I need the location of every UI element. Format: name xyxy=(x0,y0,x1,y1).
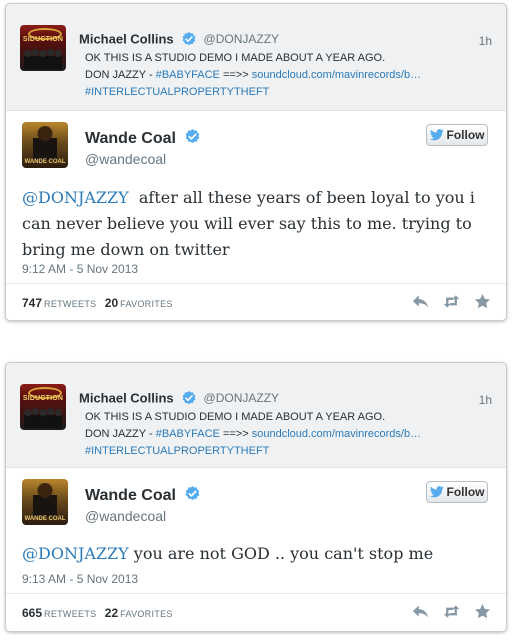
reply-line-2: can never believe you will ever say this… xyxy=(22,214,472,233)
reply-author-name[interactable]: Wande Coal xyxy=(85,487,176,504)
reply-timestamp[interactable]: 9:12 AM - 5 Nov 2013 xyxy=(22,262,138,276)
reply-author-header: WANDE COAL Wande Coal @wandecoal Follow xyxy=(6,111,506,181)
parent-author-name[interactable]: Michael Collins xyxy=(79,390,174,405)
reply-line-1-text: after all these years of been loyal to y… xyxy=(128,188,475,207)
reply-avatar[interactable]: WANDE COAL xyxy=(22,122,68,168)
parent-line-2: DON JAZZY - #BABYFACE ==>> soundcloud.co… xyxy=(85,67,492,84)
tweet-actions xyxy=(412,604,491,619)
reply-tweet-text: @DONJAZZY after all these years of been … xyxy=(22,185,494,263)
favorite-icon[interactable] xyxy=(474,294,491,309)
avatar-image xyxy=(24,406,62,428)
verified-badge-icon xyxy=(182,31,196,45)
parent-line-2: DON JAZZY - #BABYFACE ==>> soundcloud.co… xyxy=(85,426,492,443)
reply-author-handle[interactable]: @wandecoal xyxy=(85,508,166,524)
avatar-image xyxy=(33,126,57,160)
avatar-text: WANDE COAL xyxy=(24,159,66,165)
embedded-tweet-card: SIDUCTION Michael Collins @DONJAZZY 1h O… xyxy=(5,3,507,321)
retweet-icon[interactable] xyxy=(443,604,460,619)
twitter-bird-icon xyxy=(429,486,444,498)
reply-timestamp[interactable]: 9:13 AM - 5 Nov 2013 xyxy=(22,572,138,586)
parent-avatar[interactable]: SIDUCTION xyxy=(20,25,66,71)
follow-label: Follow xyxy=(446,485,485,499)
hashtag-link[interactable]: #BABYFACE xyxy=(156,69,220,81)
tweet-actions xyxy=(412,294,491,309)
parent-tweet-text: OK THIS IS A STUDIO DEMO I MADE ABOUT A … xyxy=(85,409,492,460)
hashtag-link[interactable]: #INTERLECTUALPROPERTYTHEFT xyxy=(85,443,492,460)
parent-line-1: OK THIS IS A STUDIO DEMO I MADE ABOUT A … xyxy=(85,52,386,64)
hashtag-link[interactable]: #BABYFACE xyxy=(156,428,220,440)
engagement-counts: 747 RETWEETS 20 FAVORITES xyxy=(22,296,178,310)
reply-author-name-row: Wande Coal xyxy=(85,128,201,148)
avatar-text: WANDE COAL xyxy=(24,516,66,522)
parent-author-row: Michael Collins @DONJAZZY xyxy=(79,389,492,407)
parent-tweet[interactable]: SIDUCTION Michael Collins @DONJAZZY 1h O… xyxy=(6,4,506,111)
reply-avatar[interactable]: WANDE COAL xyxy=(22,479,68,525)
reply-author-name-row: Wande Coal xyxy=(85,485,201,505)
parent-tweet-text: OK THIS IS A STUDIO DEMO I MADE ABOUT A … xyxy=(85,50,492,101)
favorites-label: FAVORITES xyxy=(120,299,173,309)
twitter-bird-icon xyxy=(429,129,444,141)
reply-line-1: @DONJAZZY after all these years of been … xyxy=(22,185,494,211)
parent-line-2-arrow: ==>> xyxy=(219,69,252,81)
favorite-icon[interactable] xyxy=(474,604,491,619)
retweet-count[interactable]: 665 xyxy=(22,606,42,620)
reply-author-name[interactable]: Wande Coal xyxy=(85,130,176,147)
engagement-counts: 665 RETWEETS 22 FAVORITES xyxy=(22,606,178,620)
mention-link[interactable]: @DONJAZZY xyxy=(22,544,129,563)
verified-badge-icon xyxy=(186,486,200,501)
reply-icon[interactable] xyxy=(412,294,429,309)
reply-tweet-text: @DONJAZZY you are not GOD .. you can't s… xyxy=(22,541,494,567)
avatar-text: SIDUCTION xyxy=(22,36,64,43)
parent-timestamp[interactable]: 1h xyxy=(479,393,492,407)
favorite-count[interactable]: 22 xyxy=(105,606,118,620)
embedded-tweet-card: SIDUCTION Michael Collins @DONJAZZY 1h O… xyxy=(5,362,507,632)
reply-line-3: bring me down on twitter xyxy=(22,240,230,259)
verified-badge-icon xyxy=(182,390,196,404)
verified-badge-icon xyxy=(186,129,200,144)
retweet-count[interactable]: 747 xyxy=(22,296,42,310)
follow-label: Follow xyxy=(446,128,485,142)
tweet-stats-bar: 665 RETWEETS 22 FAVORITES xyxy=(6,593,506,630)
reply-author-header: WANDE COAL Wande Coal @wandecoal Follow xyxy=(6,468,506,538)
mention-link[interactable]: @DONJAZZY xyxy=(22,188,129,207)
parent-line-2-prefix: DON JAZZY - xyxy=(85,69,156,81)
soundcloud-link[interactable]: soundcloud.com/mavinrecords/b… xyxy=(252,428,421,440)
favorite-count[interactable]: 20 xyxy=(105,296,118,310)
soundcloud-link[interactable]: soundcloud.com/mavinrecords/b… xyxy=(252,69,421,81)
parent-line-2-arrow: ==>> xyxy=(219,428,252,440)
parent-author-handle[interactable]: @DONJAZZY xyxy=(204,32,280,46)
parent-avatar[interactable]: SIDUCTION xyxy=(20,384,66,430)
parent-line-1: OK THIS IS A STUDIO DEMO I MADE ABOUT A … xyxy=(85,411,386,423)
retweets-label: RETWEETS xyxy=(44,609,97,619)
retweet-icon[interactable] xyxy=(443,294,460,309)
parent-tweet[interactable]: SIDUCTION Michael Collins @DONJAZZY 1h O… xyxy=(6,363,506,468)
reply-author-handle[interactable]: @wandecoal xyxy=(85,151,166,167)
reply-line-1: @DONJAZZY you are not GOD .. you can't s… xyxy=(22,541,494,567)
parent-line-2-prefix: DON JAZZY - xyxy=(85,428,156,440)
reply-line-1-text: you are not GOD .. you can't stop me xyxy=(128,544,434,563)
parent-author-row: Michael Collins @DONJAZZY xyxy=(79,30,492,48)
parent-author-handle[interactable]: @DONJAZZY xyxy=(204,391,280,405)
retweets-label: RETWEETS xyxy=(44,299,97,309)
reply-icon[interactable] xyxy=(412,604,429,619)
follow-button[interactable]: Follow xyxy=(426,124,488,146)
avatar-image xyxy=(24,47,62,69)
favorites-label: FAVORITES xyxy=(120,609,173,619)
follow-button[interactable]: Follow xyxy=(426,481,488,503)
tweet-stats-bar: 747 RETWEETS 20 FAVORITES xyxy=(6,283,506,320)
parent-timestamp[interactable]: 1h xyxy=(479,34,492,48)
avatar-text: SIDUCTION xyxy=(22,395,64,402)
parent-author-name[interactable]: Michael Collins xyxy=(79,31,174,46)
hashtag-link[interactable]: #INTERLECTUALPROPERTYTHEFT xyxy=(85,84,492,101)
avatar-image xyxy=(33,483,57,517)
